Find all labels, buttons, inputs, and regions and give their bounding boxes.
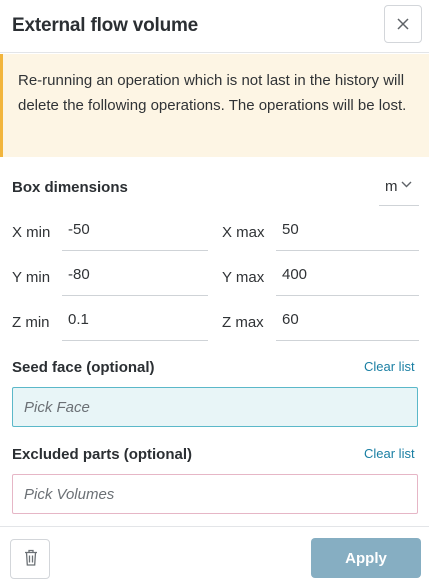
y-min-input[interactable]: -80 (62, 260, 208, 296)
close-icon (397, 18, 409, 30)
z-max-label: Z max (222, 314, 264, 331)
trash-icon (25, 549, 37, 566)
z-max-value: 60 (282, 311, 299, 328)
x-min-input[interactable]: -50 (62, 215, 208, 251)
x-min-value: -50 (68, 221, 90, 238)
y-max-input[interactable]: 400 (276, 260, 419, 296)
delete-button[interactable] (10, 539, 50, 579)
excluded-parts-title: Excluded parts (optional) (12, 446, 193, 463)
y-max-value: 400 (282, 266, 308, 283)
warning-text: Re-running an operation which is not las… (18, 72, 407, 114)
footer-divider (0, 526, 429, 527)
excluded-parts-placeholder: Pick Volumes (24, 486, 115, 503)
apply-button[interactable]: Apply (311, 538, 421, 578)
y-max-label: Y max (222, 269, 265, 286)
x-min-label: X min (12, 224, 51, 241)
unit-select[interactable]: m (379, 172, 419, 206)
x-max-label: X max (222, 224, 265, 241)
excluded-parts-picker[interactable]: Pick Volumes (12, 474, 418, 514)
close-button[interactable] (384, 5, 422, 43)
dialog-header: External flow volume (0, 0, 429, 53)
seed-face-title: Seed face (optional) (12, 359, 155, 376)
seed-face-picker[interactable]: Pick Face (12, 387, 418, 427)
chevron-down-icon (401, 181, 412, 188)
y-min-value: -80 (68, 266, 90, 283)
y-min-label: Y min (12, 269, 51, 286)
z-min-input[interactable]: 0.1 (62, 305, 208, 341)
x-max-input[interactable]: 50 (276, 215, 419, 251)
excluded-parts-clear-link[interactable]: Clear list (364, 446, 415, 461)
z-max-input[interactable]: 60 (276, 305, 419, 341)
dialog-title: External flow volume (12, 15, 199, 36)
seed-face-clear-link[interactable]: Clear list (364, 359, 415, 374)
unit-value: m (385, 178, 398, 195)
z-min-value: 0.1 (68, 311, 89, 328)
warning-banner: Re-running an operation which is not las… (0, 54, 429, 157)
z-min-label: Z min (12, 314, 50, 331)
seed-face-placeholder: Pick Face (24, 399, 90, 416)
box-dimensions-title: Box dimensions (12, 179, 128, 196)
x-max-value: 50 (282, 221, 299, 238)
